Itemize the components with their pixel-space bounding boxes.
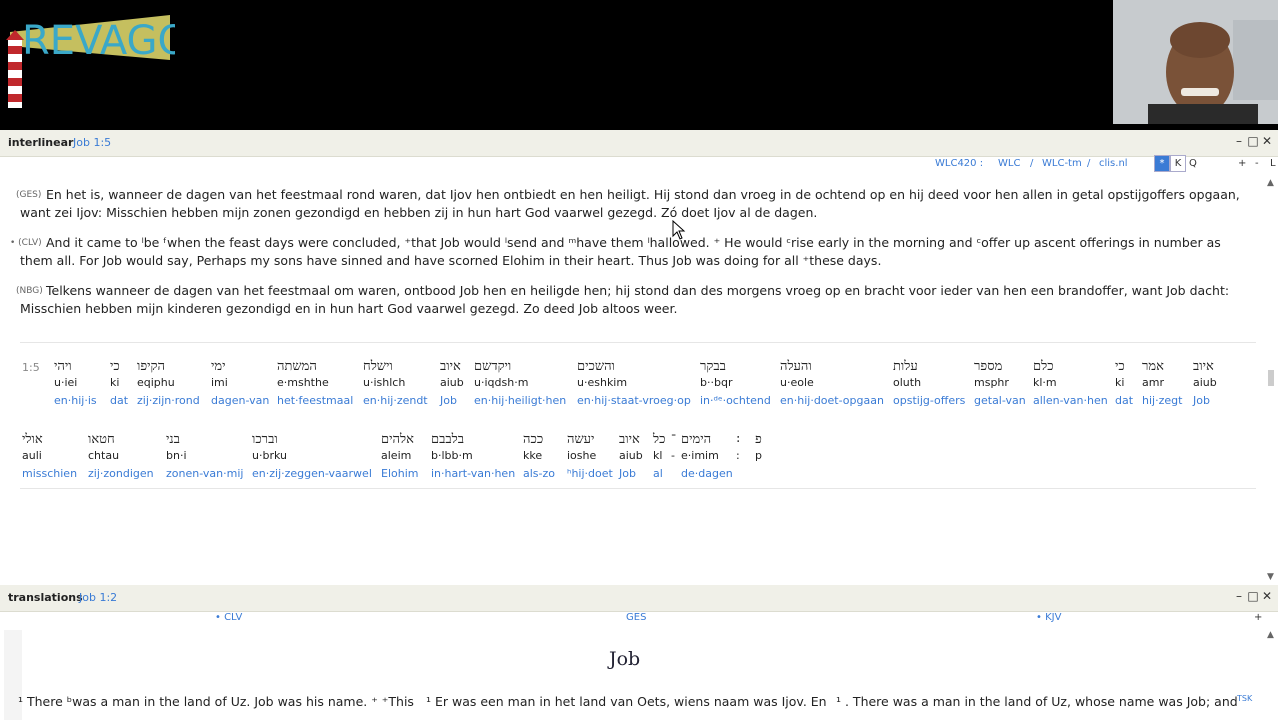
translation-text-clv: ¹ There ᵇwas a man in the land of Uz. Jo… xyxy=(18,694,414,709)
interlinear-word[interactable]: בלבבם b·lbb·m in·hart-van·hen xyxy=(431,431,515,485)
interlinear-word[interactable]: איוב aiub Job xyxy=(1193,358,1217,412)
star-toggle[interactable]: * xyxy=(1154,155,1170,172)
interlinear-word[interactable]: כי ki dat xyxy=(110,358,128,412)
maximize-icon[interactable]: □ xyxy=(1246,589,1260,603)
passage-reference[interactable]: Job 1:5 xyxy=(73,136,111,149)
interlinear-word[interactable]: כלם kl·m allen-van·hen xyxy=(1033,358,1108,412)
tsk-link[interactable]: TSK xyxy=(1237,694,1252,703)
source-clis[interactable]: clis.nl xyxy=(1099,158,1128,169)
close-icon[interactable]: ✕ xyxy=(1260,134,1274,148)
book-title: Job xyxy=(609,648,641,670)
scroll-up-icon[interactable]: ▲ xyxy=(1267,630,1274,640)
webcam-presenter xyxy=(1113,0,1278,124)
verse-number: 1:5 xyxy=(22,361,40,374)
verse-clv: • (CLV) And it came to ˡbe ᶠwhen the fea… xyxy=(10,234,1255,270)
interlinear-word[interactable]: עלות oluth opstijg-offers xyxy=(893,358,965,412)
interlinear-word[interactable]: בני bn·i zonen-van·mij xyxy=(166,431,243,485)
interlinear-word[interactable]: ויקדשם u·iqdsh·m en·hij·heiligt·hen xyxy=(474,358,566,412)
interlinear-word[interactable]: אלהים aleim Elohim xyxy=(381,431,418,485)
window-controls: – □ ✕ xyxy=(1232,134,1274,148)
verse-text: En het is, wanneer de dagen van het fees… xyxy=(20,187,1240,220)
version-tag[interactable]: • (CLV) xyxy=(10,234,42,252)
source-wlc[interactable]: WLC xyxy=(998,158,1020,169)
close-icon[interactable]: ✕ xyxy=(1260,589,1274,603)
interlinear-word[interactable]: מספר msphr getal-van xyxy=(974,358,1026,412)
interlinear-word[interactable]: כל kl al xyxy=(653,431,665,485)
interlinear-word[interactable]: ־ - xyxy=(671,431,676,485)
verse-ges: (GES) En het is, wanneer de dagen van he… xyxy=(16,186,1255,222)
revago-logo: REVAGO xyxy=(6,15,175,108)
zoom-in-button[interactable]: + xyxy=(1238,158,1246,169)
interlinear-word[interactable]: כי ki dat xyxy=(1115,358,1133,412)
interlinear-word[interactable]: יעשה ioshe ʰhij·doet xyxy=(567,431,613,485)
scroll-down-icon[interactable]: ▼ xyxy=(1267,572,1274,582)
scroll-up-icon[interactable]: ▲ xyxy=(1267,178,1274,188)
mouse-cursor-icon xyxy=(672,220,686,240)
column-clv[interactable]: • CLV xyxy=(215,612,242,623)
interlinear-toolbar: WLC420 : WLC / WLC-tm / clis.nl * K Q + … xyxy=(0,155,1278,175)
interlinear-word[interactable]: הימים e·imim de·dagen xyxy=(681,431,733,485)
window-controls: – □ ✕ xyxy=(1232,589,1274,603)
interlinear-word[interactable]: הקיפו eqiphu zij·zijn·rond xyxy=(137,358,200,412)
interlinear-word[interactable]: איוב aiub Job xyxy=(440,358,464,412)
verse-text: Telkens wanneer de dagen van het feestma… xyxy=(20,283,1230,316)
interlinear-word[interactable]: אולי auli misschien xyxy=(22,431,77,485)
zoom-out-button[interactable]: - xyxy=(1255,158,1259,169)
minimize-icon[interactable]: – xyxy=(1232,589,1246,603)
column-ges[interactable]: GES xyxy=(626,612,646,623)
layout-toggle[interactable]: L xyxy=(1270,158,1276,169)
verse-nbg: (NBG) Telkens wanneer de dagen van het f… xyxy=(16,282,1255,318)
interlinear-word[interactable]: בבקר b··bqr in·ᵈᵉ·ochtend xyxy=(700,358,771,412)
interlinear-word[interactable]: ויהי u·iei en·hij·is xyxy=(54,358,97,412)
divider xyxy=(20,342,1256,343)
interlinear-header: interlinear Job 1:5 – □ ✕ xyxy=(0,130,1278,157)
translation-text-kjv: ¹ . There was a man in the land of Uz, w… xyxy=(836,694,1238,709)
svg-text:REVAGO: REVAGO xyxy=(22,18,175,64)
passage-reference[interactable]: Job 1:2 xyxy=(79,591,117,604)
q-button[interactable]: Q xyxy=(1189,158,1197,169)
version-tag[interactable]: (NBG) xyxy=(16,282,43,300)
interlinear-word[interactable]: איוב aiub Job xyxy=(619,431,643,485)
interlinear-word[interactable]: פp xyxy=(755,431,762,485)
interlinear-word[interactable]: המשתה e·mshthe het·feestmaal xyxy=(277,358,353,412)
interlinear-word[interactable]: ככה kke als-zo xyxy=(523,431,555,485)
translation-columns: • CLV GES • KJV + xyxy=(0,612,1278,626)
add-column-button[interactable]: + xyxy=(1254,612,1262,623)
column-kjv[interactable]: • KJV xyxy=(1036,612,1061,623)
translations-header: translations Job 1:2 – □ ✕ xyxy=(0,585,1278,612)
interlinear-word[interactable]: :: xyxy=(736,431,740,485)
maximize-icon[interactable]: □ xyxy=(1246,134,1260,148)
source-wlc420[interactable]: WLC420 : xyxy=(935,158,983,169)
interlinear-word[interactable]: אמר amr hij·zegt xyxy=(1142,358,1182,412)
translation-text-ges: ¹ Er was een man in het land van Oets, w… xyxy=(426,694,827,709)
interlinear-word[interactable]: וברכו u·brku en·zij·zeggen-vaarwel xyxy=(252,431,372,485)
pane-title: translations xyxy=(8,591,83,604)
interlinear-word[interactable]: והעלה u·eole en·hij·doet-opgaan xyxy=(780,358,884,412)
interlinear-word[interactable]: והשכים u·eshkim en·hij·staat-vroeg·op xyxy=(577,358,691,412)
translations-scrollbar[interactable]: ▲ xyxy=(1264,630,1278,720)
separator: / xyxy=(1087,158,1091,169)
separator: / xyxy=(1030,158,1034,169)
source-wlc-tm[interactable]: WLC-tm xyxy=(1042,158,1082,169)
presenter-image xyxy=(1113,0,1278,124)
video-overlay-area: REVAGO xyxy=(0,0,1278,128)
scroll-thumb[interactable] xyxy=(1268,370,1274,386)
minimize-icon[interactable]: – xyxy=(1232,134,1246,148)
version-tag[interactable]: (GES) xyxy=(16,186,41,204)
interlinear-scrollbar[interactable]: ▲ ▼ xyxy=(1264,178,1278,582)
pane-title: interlinear xyxy=(8,136,74,149)
divider xyxy=(20,488,1256,489)
k-toggle[interactable]: K xyxy=(1170,155,1186,172)
interlinear-word[interactable]: חטאו chtau zij·zondigen xyxy=(88,431,154,485)
interlinear-word[interactable]: וישלח u·ishlch en·hij·zendt xyxy=(363,358,428,412)
verse-text: And it came to ˡbe ᶠwhen the feast days … xyxy=(20,235,1221,268)
interlinear-word[interactable]: ימי imi dagen-van xyxy=(211,358,269,412)
